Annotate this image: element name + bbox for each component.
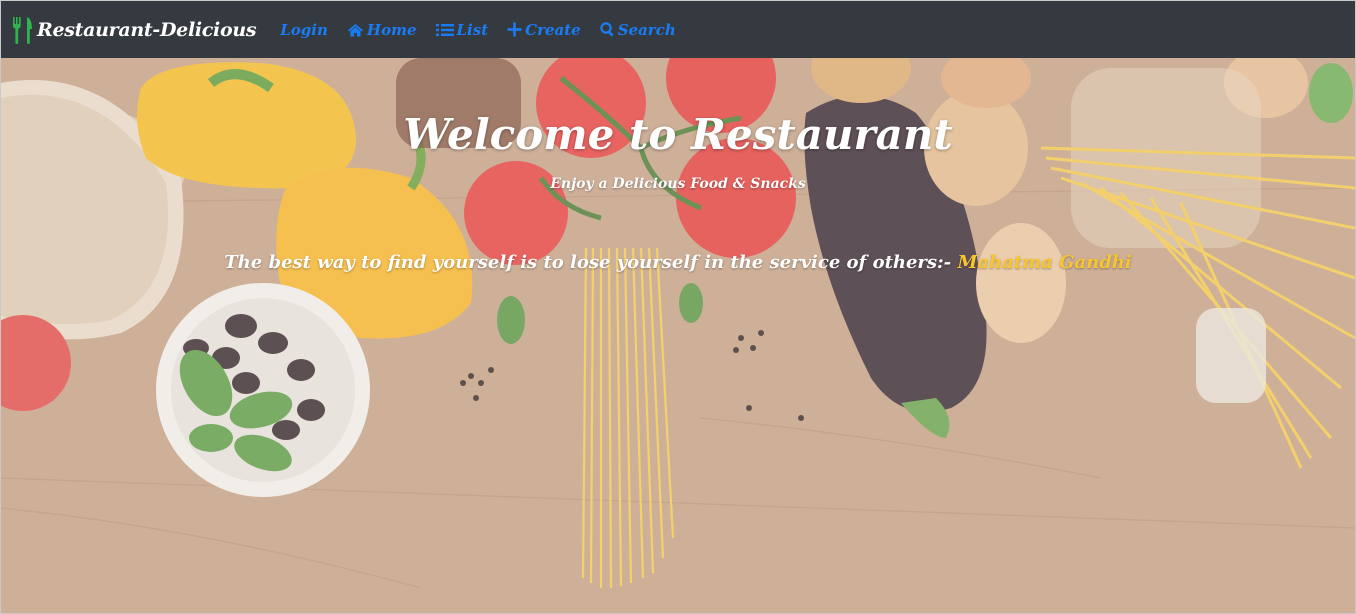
plus-icon <box>507 22 522 37</box>
nav-search[interactable]: Search <box>600 21 676 39</box>
nav-home-label: Home <box>366 20 417 39</box>
nav-list-label: List <box>456 20 489 39</box>
browser-viewport: Restaurant-Delicious Login Home List Cre… <box>0 0 1356 614</box>
nav-home[interactable]: Home <box>347 21 417 39</box>
nav-create-label: Create <box>525 20 581 39</box>
top-navbar: Restaurant-Delicious Login Home List Cre… <box>1 1 1355 58</box>
quote-author: Mahatma Gandhi <box>957 252 1132 273</box>
home-icon <box>347 23 363 36</box>
quote-text: The best way to find yourself is to lose… <box>224 252 952 273</box>
hero-subtitle: Enjoy a Delicious Food & Snacks <box>550 176 806 192</box>
nav-login[interactable]: Login <box>280 21 328 39</box>
nav-menu: Login Home List Create Search <box>280 21 695 39</box>
brand-link[interactable]: Restaurant-Delicious <box>13 16 257 44</box>
nav-list[interactable]: List <box>435 20 489 39</box>
hero-title: Welcome to Restaurant <box>403 110 953 159</box>
search-icon <box>600 22 614 37</box>
nav-login-label: Login <box>280 20 328 39</box>
hero-quote: The best way to find yourself is to lose… <box>1 252 1355 273</box>
list-icon <box>435 23 454 36</box>
nav-search-label: Search <box>617 20 676 39</box>
nav-create[interactable]: Create <box>507 21 581 39</box>
fork-knife-icon <box>13 16 32 44</box>
brand-name: Restaurant-Delicious <box>37 18 257 41</box>
hero-banner: Welcome to Restaurant Enjoy a Delicious … <box>1 58 1355 613</box>
